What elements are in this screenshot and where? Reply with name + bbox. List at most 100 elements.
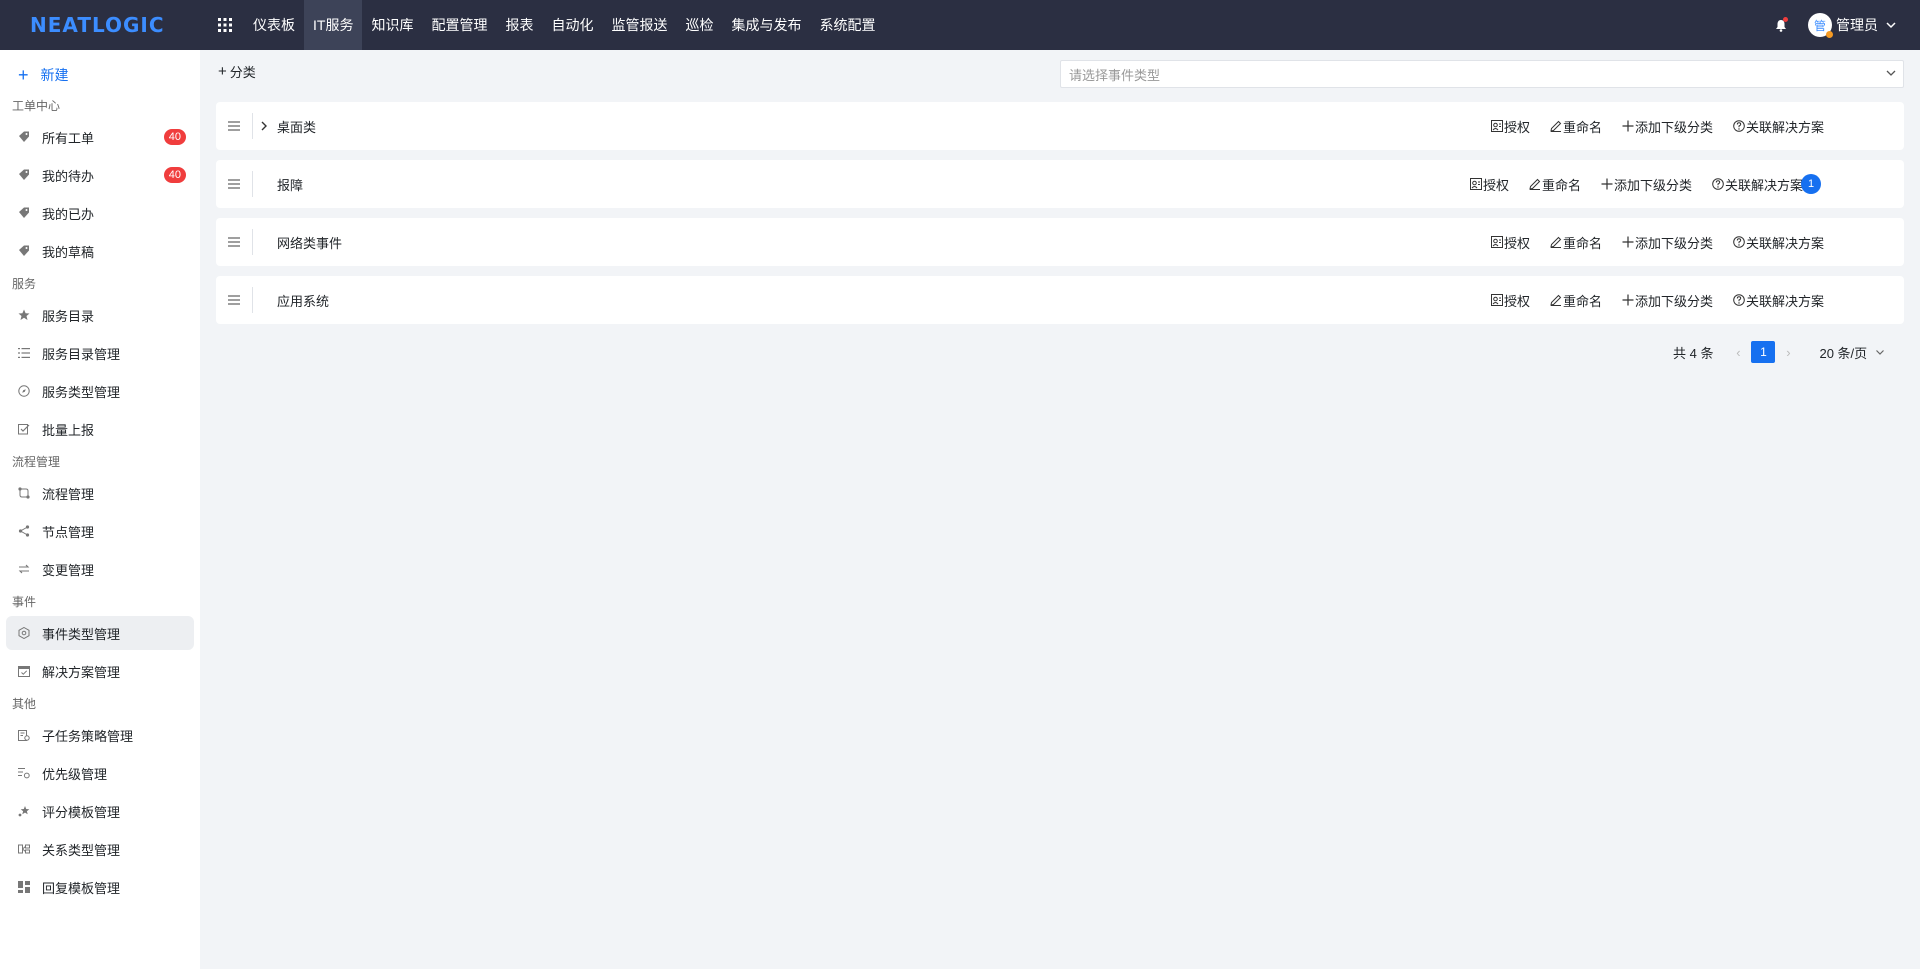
question-circle-icon [1712, 178, 1724, 190]
prev-page-icon[interactable]: ‹ [1727, 345, 1749, 360]
sidebar-item-solution-manage[interactable]: 解决方案管理 [6, 654, 194, 688]
nav-inspection[interactable]: 巡检 [676, 0, 722, 50]
sidebar-item-batch-report[interactable]: 批量上报 [6, 412, 194, 446]
rename-button[interactable]: 重命名 [1529, 175, 1581, 194]
nav-dashboard[interactable]: 仪表板 [244, 0, 304, 50]
sidebar-item-score-template[interactable]: 评分模板管理 [6, 794, 194, 828]
sidebar-item-service-type[interactable]: 服务类型管理 [6, 374, 194, 408]
drag-handle-icon[interactable] [216, 218, 252, 266]
bell-icon[interactable] [1770, 14, 1792, 36]
drag-handle-icon[interactable] [216, 160, 252, 208]
add-sub-label: 添加下级分类 [1634, 235, 1713, 251]
sidebar-item-my-todo[interactable]: 我的待办 40 [6, 158, 194, 192]
nav-cmdb[interactable]: 配置管理 [422, 0, 496, 50]
sidebar-item-label: 关系类型管理 [42, 842, 121, 858]
row-divider [252, 229, 253, 255]
link-solution-button[interactable]: 关联解决方案 1 [1712, 173, 1821, 194]
category-row: 报障 授权 重命名 添加下级分类 关联解决方案 1 [216, 160, 1904, 208]
authorize-button[interactable]: 授权 [1490, 291, 1530, 310]
nav-integration[interactable]: 集成与发布 [722, 0, 810, 50]
sidebar-item-reply-template[interactable]: 回复模板管理 [6, 870, 194, 904]
sidebar-item-label: 流程管理 [42, 486, 95, 502]
user-name: 管理员 [1836, 17, 1878, 33]
link-solution-button[interactable]: 关联解决方案 [1733, 233, 1824, 252]
rename-button[interactable]: 重命名 [1550, 117, 1602, 136]
flow-icon [18, 487, 30, 499]
app-logo[interactable]: NEATLOGIC [0, 0, 200, 50]
avatar: 管 [1808, 13, 1833, 38]
question-circle-icon [1733, 236, 1745, 248]
plus-icon: + [18, 65, 29, 85]
page-number[interactable]: 1 [1751, 341, 1776, 363]
sidebar-item-label: 我的已办 [42, 206, 95, 222]
user-menu[interactable]: 管 管理员 [1808, 13, 1896, 38]
sidebar-item-flow-manage[interactable]: 流程管理 [6, 476, 194, 510]
total-count: 共 4 条 [1673, 345, 1714, 361]
nav-system-config[interactable]: 系统配置 [810, 0, 884, 50]
sidebar: + 新建 工单中心 所有工单 40 我的待办 40 我的已办 我的草稿 服务 服… [0, 50, 200, 969]
row-divider [252, 171, 253, 197]
authorize-button[interactable]: 授权 [1469, 175, 1509, 194]
add-sub-category-button[interactable]: 添加下级分类 [1601, 175, 1692, 194]
sidebar-item-subtask-policy[interactable]: 子任务策略管理 [6, 718, 194, 752]
sidebar-item-label: 我的待办 [42, 168, 95, 184]
nav-knowledge[interactable]: 知识库 [362, 0, 422, 50]
sidebar-item-relation-type[interactable]: 关系类型管理 [6, 832, 194, 866]
edit-icon [1550, 236, 1562, 248]
sidebar-item-label: 评分模板管理 [42, 804, 121, 820]
sidebar-item-label: 我的草稿 [42, 244, 95, 260]
link-solution-button[interactable]: 关联解决方案 [1733, 117, 1824, 136]
authorize-label: 授权 [1482, 177, 1509, 193]
app-grid-icon[interactable] [208, 0, 242, 50]
authorize-icon [1490, 120, 1503, 132]
sidebar-item-node-manage[interactable]: 节点管理 [6, 514, 194, 548]
add-category-button[interactable]: + 分类 [218, 62, 256, 81]
add-sub-label: 添加下级分类 [1634, 119, 1713, 135]
sidebar-item-service-catalog[interactable]: 服务目录 [6, 298, 194, 332]
rename-button[interactable]: 重命名 [1550, 233, 1602, 252]
group-title-other: 其他 [12, 697, 37, 711]
authorize-label: 授权 [1503, 235, 1530, 251]
plus-icon [1622, 120, 1634, 132]
sidebar-item-my-drafts[interactable]: 我的草稿 [6, 234, 194, 268]
sidebar-item-catalog-manage[interactable]: 服务目录管理 [6, 336, 194, 370]
nav-report[interactable]: 报表 [496, 0, 542, 50]
tag-icon [18, 169, 30, 181]
expand-chevron-icon[interactable] [253, 121, 275, 131]
sidebar-item-label: 优先级管理 [42, 766, 108, 782]
add-sub-label: 添加下级分类 [1634, 293, 1713, 309]
category-row: 应用系统 授权 重命名 添加下级分类 关联解决方案 [216, 276, 1904, 324]
rename-button[interactable]: 重命名 [1550, 291, 1602, 310]
nav-automation[interactable]: 自动化 [542, 0, 602, 50]
authorize-button[interactable]: 授权 [1490, 117, 1530, 136]
top-navigation-bar: NEATLOGIC 仪表板 IT服务 知识库 配置管理 报表 自动化 监管报送 … [0, 0, 1920, 50]
page-size-select[interactable]: 20 条/页 [1819, 343, 1885, 362]
add-sub-category-button[interactable]: 添加下级分类 [1622, 291, 1713, 310]
nav-it-service[interactable]: IT服务 [304, 0, 363, 50]
event-type-select[interactable]: 请选择事件类型 [1060, 60, 1904, 88]
swap-icon [18, 563, 30, 575]
main-nav: 仪表板 IT服务 知识库 配置管理 报表 自动化 监管报送 巡检 集成与发布 系… [244, 0, 884, 50]
sidebar-item-label: 解决方案管理 [42, 664, 121, 680]
sidebar-item-change-manage[interactable]: 变更管理 [6, 552, 194, 586]
authorize-icon [1490, 236, 1503, 248]
sidebar-item-label: 回复模板管理 [42, 880, 121, 896]
drag-handle-icon[interactable] [216, 276, 252, 324]
next-page-icon[interactable]: › [1777, 345, 1799, 360]
nav-regulatory[interactable]: 监管报送 [602, 0, 676, 50]
sidebar-item-my-done[interactable]: 我的已办 [6, 196, 194, 230]
drag-handle-icon[interactable] [216, 102, 252, 150]
new-button[interactable]: + 新建 [6, 60, 194, 90]
add-sub-category-button[interactable]: 添加下级分类 [1622, 233, 1713, 252]
batch-report-icon [18, 423, 30, 435]
authorize-button[interactable]: 授权 [1490, 233, 1530, 252]
sidebar-item-priority[interactable]: 优先级管理 [6, 756, 194, 790]
sidebar-item-all-orders[interactable]: 所有工单 40 [6, 120, 194, 154]
priority-icon [18, 767, 30, 779]
sidebar-item-event-type-manage[interactable]: 事件类型管理 [6, 616, 194, 650]
question-circle-icon [1733, 120, 1745, 132]
sidebar-item-label: 服务目录管理 [42, 346, 121, 362]
add-sub-category-button[interactable]: 添加下级分类 [1622, 117, 1713, 136]
tag-icon [18, 207, 30, 219]
link-solution-button[interactable]: 关联解决方案 [1733, 291, 1824, 310]
